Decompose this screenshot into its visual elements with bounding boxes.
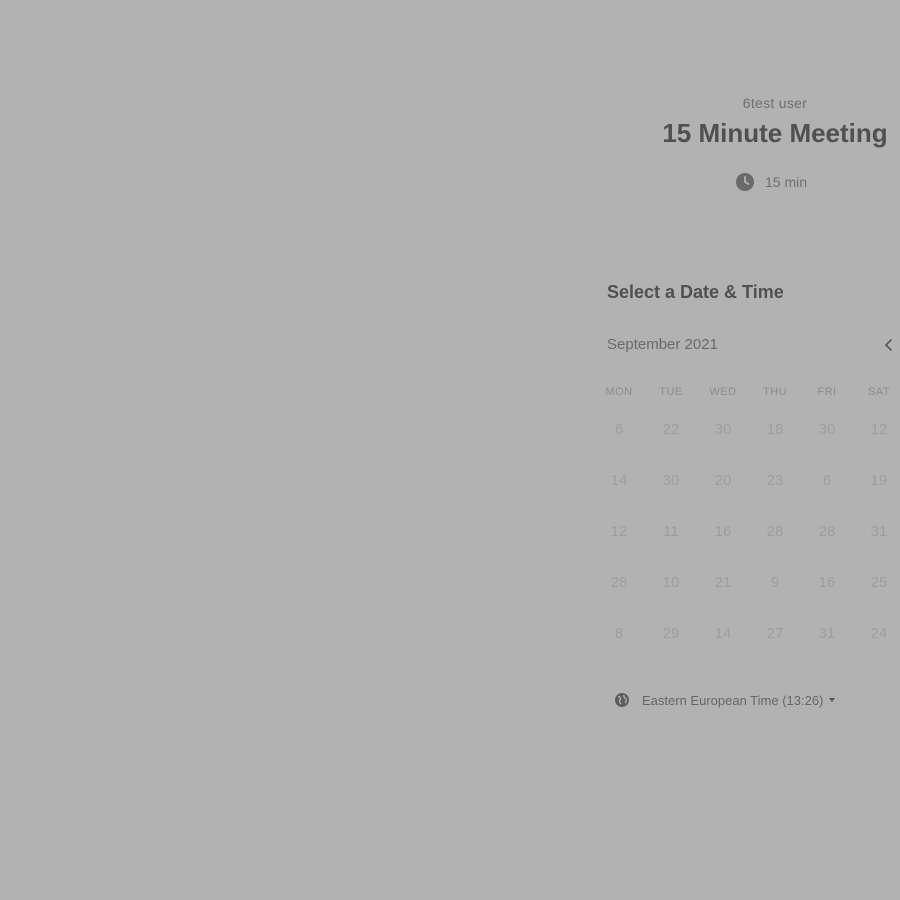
calendar-day[interactable]: 30 xyxy=(697,412,749,446)
calendar-day[interactable]: 28 xyxy=(593,565,645,599)
weekday-thu: THU xyxy=(762,386,788,398)
duration-label: 15 min xyxy=(765,174,808,190)
calendar-day[interactable]: 22 xyxy=(645,412,697,446)
calendar-days-grid: 6 22 30 18 30 12 14 30 20 23 6 19 12 11 … xyxy=(593,412,900,667)
calendar-day[interactable]: 16 xyxy=(697,514,749,548)
weekday-header-row: MON TUE WED THU FRI SAT xyxy=(593,386,900,398)
calendar-day[interactable]: 31 xyxy=(853,514,900,548)
calendar-day[interactable]: 21 xyxy=(697,565,749,599)
calendar-day[interactable]: 25 xyxy=(853,565,900,599)
chevron-left-icon xyxy=(884,339,892,351)
current-month-label: September 2021 xyxy=(607,336,718,353)
calendar-day[interactable]: 16 xyxy=(801,565,853,599)
calendar-day[interactable]: 12 xyxy=(593,514,645,548)
calendar-day[interactable]: 30 xyxy=(645,463,697,497)
calendar-day[interactable]: 11 xyxy=(645,514,697,548)
organizer-name: 6test user xyxy=(742,95,808,111)
calendar-day[interactable]: 30 xyxy=(801,412,853,446)
calendar-day[interactable]: 9 xyxy=(749,565,801,599)
previous-month-button[interactable] xyxy=(880,336,898,354)
calendar-day[interactable]: 28 xyxy=(801,514,853,548)
caret-down-icon xyxy=(829,698,836,702)
event-title: 15 Minute Meeting xyxy=(662,118,888,148)
event-duration: 15 min xyxy=(735,172,807,192)
calendar-day[interactable]: 31 xyxy=(801,616,853,650)
calendar-day[interactable]: 8 xyxy=(593,616,645,650)
timezone-selector[interactable]: Eastern European Time (13:26) xyxy=(614,692,836,708)
calendar-day[interactable]: 18 xyxy=(749,412,801,446)
calendar-day[interactable]: 19 xyxy=(853,463,900,497)
booking-page-overlay: 6test user 15 Minute Meeting 15 min Sele… xyxy=(0,0,900,900)
calendar-day[interactable]: 27 xyxy=(749,616,801,650)
weekday-wed: WED xyxy=(709,386,737,398)
calendar-day[interactable]: 24 xyxy=(853,616,900,650)
calendar-day[interactable]: 20 xyxy=(697,463,749,497)
calendar-day[interactable]: 14 xyxy=(697,616,749,650)
calendar-day[interactable]: 28 xyxy=(749,514,801,548)
calendar-day[interactable]: 29 xyxy=(645,616,697,650)
calendar-day[interactable]: 14 xyxy=(593,463,645,497)
clock-icon xyxy=(735,172,755,192)
select-date-time-heading: Select a Date & Time xyxy=(607,282,784,302)
calendar-day[interactable]: 23 xyxy=(749,463,801,497)
globe-icon xyxy=(614,692,630,708)
calendar-day[interactable]: 12 xyxy=(853,412,900,446)
calendar-day[interactable]: 6 xyxy=(801,463,853,497)
calendar-day[interactable]: 10 xyxy=(645,565,697,599)
weekday-mon: MON xyxy=(605,386,633,398)
timezone-label: Eastern European Time (13:26) xyxy=(642,692,824,708)
weekday-fri: FRI xyxy=(817,386,837,398)
weekday-tue: TUE xyxy=(659,386,683,398)
weekday-sat: SAT xyxy=(867,386,891,398)
calendar-day[interactable]: 6 xyxy=(593,412,645,446)
